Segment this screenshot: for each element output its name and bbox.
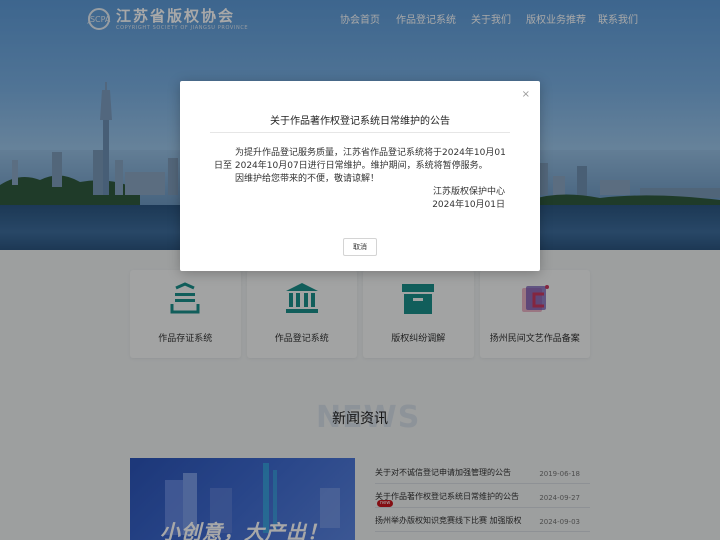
dialog-divider [210,132,510,133]
cancel-button[interactable]: 取消 [343,238,377,256]
dialog-signer: 江苏版权保护中心 [432,187,505,197]
dialog-date: 2024年10月01日 [432,200,505,210]
dialog-title: 关于作品著作权登记系统日常维护的公告 [270,116,450,127]
close-icon[interactable]: × [522,90,530,100]
dialog-paragraph: 为提升作品登记服务质量，江苏省作品登记系统将于2024年10月01日至 2024… [214,148,506,171]
announcement-dialog: × 关于作品著作权登记系统日常维护的公告 为提升作品登记服务质量，江苏省作品登记… [180,81,540,271]
dialog-paragraph: 因维护给您带来的不便，敬请谅解！ [235,174,380,184]
dialog-body: 为提升作品登记服务质量，江苏省作品登记系统将于2024年10月01日至 2024… [214,147,510,212]
